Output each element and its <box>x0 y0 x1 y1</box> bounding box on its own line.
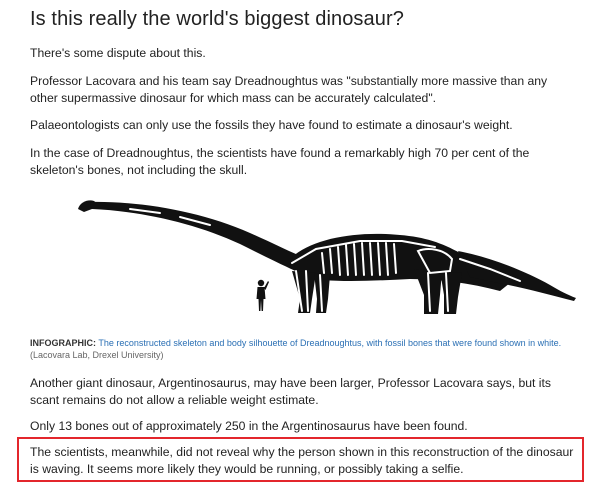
article-headline: Is this really the world's biggest dinos… <box>30 8 404 30</box>
caption-text[interactable]: The reconstructed skeleton and body silh… <box>98 338 561 348</box>
paragraph-7-highlighted: The scientists, meanwhile, did not revea… <box>30 445 574 476</box>
dinosaur-silhouette <box>78 200 576 314</box>
human-silhouette <box>256 279 269 311</box>
paragraph-1: There's some dispute about this. <box>30 46 206 60</box>
paragraph-4: In the case of Dreadnoughtus, the scient… <box>30 146 530 177</box>
article-page: Is this really the world's biggest dinos… <box>0 0 610 489</box>
caption-credit: (Lacovara Lab, Drexel University) <box>30 350 164 360</box>
dreadnoughtus-skeleton-illustration <box>78 200 576 314</box>
dinosaur-infographic <box>30 187 578 327</box>
paragraph-3: Palaeontologists can only use the fossil… <box>30 118 513 132</box>
paragraph-6: Only 13 bones out of approximately 250 i… <box>30 419 468 433</box>
caption-label: INFOGRAPHIC: <box>30 338 96 348</box>
figure-caption: INFOGRAPHIC: The reconstructed skeleton … <box>30 337 578 361</box>
paragraph-2: Professor Lacovara and his team say Drea… <box>30 74 548 105</box>
paragraph-5: Another giant dinosaur, Argentinosaurus,… <box>30 376 551 407</box>
